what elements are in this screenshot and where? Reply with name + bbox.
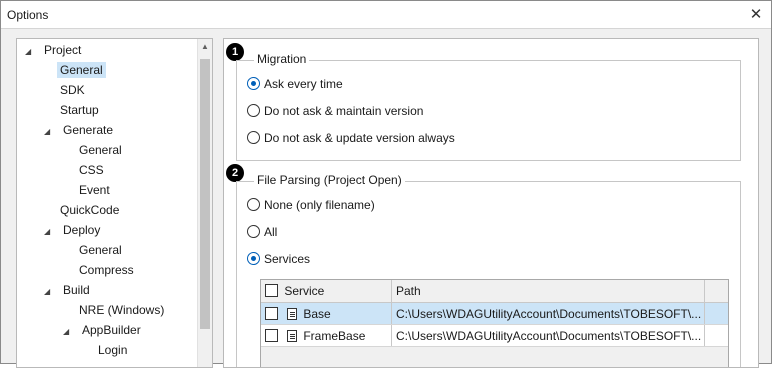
tree-item-startup[interactable]: Startup bbox=[57, 100, 102, 120]
path-cell: C:\Users\WDAGUtilityAccount\Documents\TO… bbox=[392, 325, 705, 346]
tree-item-build[interactable]: ◢ Build bbox=[44, 280, 93, 300]
service-document-icon bbox=[287, 330, 298, 342]
window-title: Options bbox=[7, 8, 49, 22]
tree-item-quickcode[interactable]: QuickCode bbox=[57, 200, 122, 220]
expand-arrow-icon[interactable]: ◢ bbox=[44, 122, 60, 142]
tree-item-deploy[interactable]: ◢ Deploy bbox=[44, 220, 103, 240]
table-row[interactable]: Base C:\Users\WDAGUtilityAccount\Documen… bbox=[261, 303, 728, 325]
tree-item-project-general[interactable]: General bbox=[57, 60, 106, 80]
tree-item-generate-general[interactable]: General bbox=[76, 140, 125, 160]
step-badge-2: 2 bbox=[226, 164, 244, 182]
tree-item-nre-windows[interactable]: NRE (Windows) bbox=[76, 300, 167, 320]
grid-header: Service Path bbox=[261, 280, 728, 303]
tree-item-project[interactable]: ◢ Project bbox=[25, 40, 84, 60]
step-badge-1: 1 bbox=[226, 43, 244, 61]
tree-item-css[interactable]: CSS bbox=[76, 160, 107, 180]
tree-item-sdk[interactable]: SDK bbox=[57, 80, 88, 100]
expand-arrow-icon[interactable]: ◢ bbox=[44, 222, 60, 242]
radio-button[interactable] bbox=[247, 252, 260, 265]
select-all-checkbox[interactable] bbox=[265, 284, 278, 297]
service-cell: Base bbox=[261, 303, 392, 324]
scroll-up-arrow-icon[interactable]: ▲ bbox=[201, 42, 209, 51]
table-row[interactable]: FrameBase C:\Users\WDAGUtilityAccount\Do… bbox=[261, 325, 728, 347]
radio-button[interactable] bbox=[247, 77, 260, 90]
row-checkbox[interactable] bbox=[265, 329, 278, 342]
radio-button[interactable] bbox=[247, 225, 260, 238]
file-parsing-option-all[interactable]: All bbox=[247, 222, 277, 242]
header-path[interactable]: Path bbox=[392, 280, 705, 302]
migration-group-title: Migration bbox=[254, 52, 310, 66]
tree-item-appbuilder[interactable]: ◢ AppBuilder bbox=[63, 320, 144, 340]
tree-item-generate[interactable]: ◢ Generate bbox=[44, 120, 116, 140]
tree-item-deploy-general[interactable]: General bbox=[76, 240, 125, 260]
title-bar: Options ✕ bbox=[1, 1, 771, 29]
path-cell: C:\Users\WDAGUtilityAccount\Documents\TO… bbox=[392, 303, 705, 324]
radio-button[interactable] bbox=[247, 104, 260, 117]
expand-arrow-icon[interactable]: ◢ bbox=[25, 42, 41, 62]
tree-scroll-thumb[interactable] bbox=[200, 59, 210, 329]
close-icon[interactable]: ✕ bbox=[745, 4, 767, 26]
expand-arrow-icon[interactable]: ◢ bbox=[63, 322, 79, 342]
service-document-icon bbox=[287, 308, 298, 320]
row-checkbox[interactable] bbox=[265, 307, 278, 320]
service-cell: FrameBase bbox=[261, 325, 392, 346]
tree-scrollbar[interactable]: ▲ bbox=[197, 39, 212, 367]
radio-button[interactable] bbox=[247, 131, 260, 144]
services-grid: Service Path Base C:\Users\WDAGUtilityAc… bbox=[260, 279, 729, 367]
radio-button[interactable] bbox=[247, 198, 260, 211]
options-dialog: Options ✕ ◢ Project General SDK Startup ◢… bbox=[0, 0, 772, 368]
migration-option-update[interactable]: Do not ask & update version always bbox=[247, 128, 455, 148]
file-parsing-group-title: File Parsing (Project Open) bbox=[254, 173, 405, 187]
header-service[interactable]: Service bbox=[261, 280, 392, 302]
settings-panel: 1 Migration Ask every time Do not ask & … bbox=[223, 38, 759, 368]
tree-item-event[interactable]: Event bbox=[76, 180, 113, 200]
tree-item-login[interactable]: Login bbox=[95, 340, 130, 360]
dialog-body: ◢ Project General SDK Startup ◢ Generate G… bbox=[1, 30, 771, 368]
tree-item-compress[interactable]: Compress bbox=[76, 260, 137, 280]
migration-option-ask[interactable]: Ask every time bbox=[247, 74, 343, 94]
expand-arrow-icon[interactable]: ◢ bbox=[44, 282, 60, 302]
file-parsing-option-none[interactable]: None (only filename) bbox=[247, 195, 375, 215]
file-parsing-option-services[interactable]: Services bbox=[247, 249, 310, 269]
options-tree: ◢ Project General SDK Startup ◢ Generate G… bbox=[16, 38, 213, 368]
migration-option-maintain[interactable]: Do not ask & maintain version bbox=[247, 101, 423, 121]
